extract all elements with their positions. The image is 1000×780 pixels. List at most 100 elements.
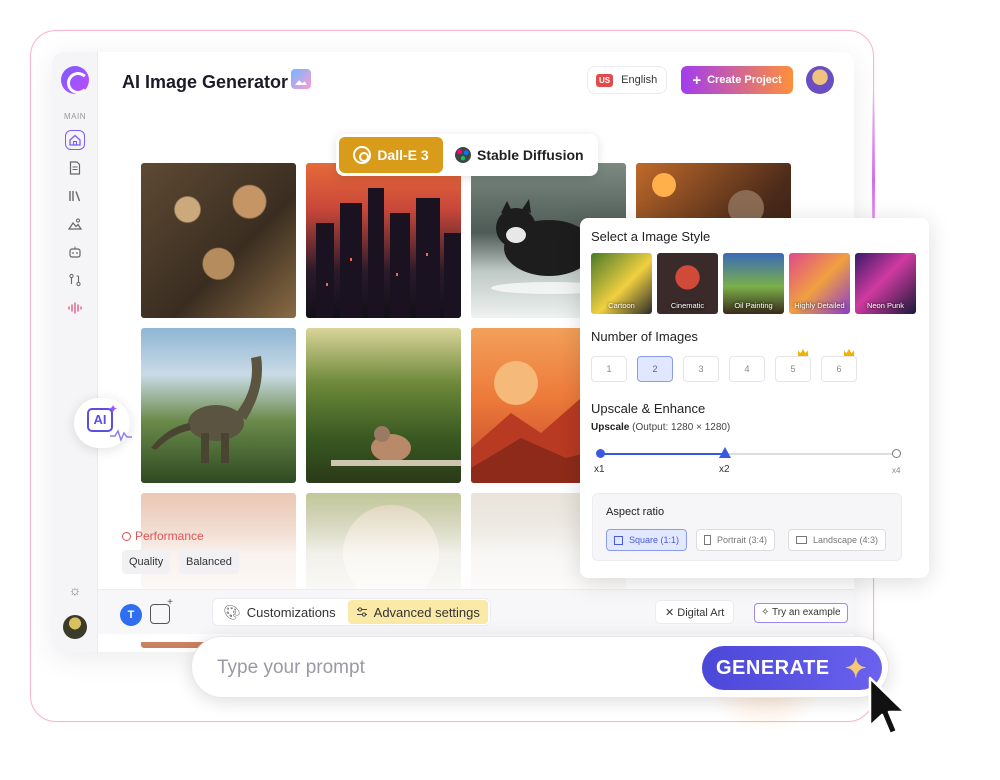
upscale-description: Upscale (Output: 1280 × 1280) [591,422,730,433]
voice-wave-icon[interactable] [65,298,85,318]
style-label: Cinematic [670,301,705,310]
tick-x1: x1 [594,464,605,475]
close-icon[interactable]: ✕ [665,607,674,619]
aspect-heading: Aspect ratio [606,506,665,518]
style-heading: Select a Image Style [591,229,711,244]
theme-toggle-icon[interactable]: ☼ [65,580,85,600]
style-card-neon-punk[interactable]: Neon Punk [855,253,916,314]
crown-icon [798,349,808,356]
style-card-cartoon[interactable]: Cartoon [591,253,652,314]
gallery-image[interactable] [306,328,461,483]
sparkle-icon: ✦ [108,402,119,416]
tab-label: Dall-E 3 [377,147,429,163]
style-card-highly-detailed[interactable]: Highly Detailed [789,253,850,314]
aspect-label: Portrait (3:4) [717,535,768,545]
count-option-2[interactable]: 2 [637,356,673,382]
count-option-4[interactable]: 4 [729,356,765,382]
mouse-cursor-icon [868,676,907,736]
aspect-landscape[interactable]: Landscape (4:3) [788,529,887,551]
tick-x2: x2 [719,464,730,475]
generate-label: GENERATE [716,656,830,679]
style-panel: Select a Image Style Cartoon Cinematic O… [580,218,929,578]
slider-stop-x4[interactable] [892,449,901,458]
aspect-ratio-group: Aspect ratio Square (1:1) Portrait (3:4)… [592,493,902,561]
tab-stable-diffusion[interactable]: Stable Diffusion [447,137,592,173]
upscale-output: (Output: 1280 × 1280) [632,422,731,433]
stage: MAIN ☼ AI Image Generator US English + C… [0,0,1000,780]
tab-label: Customizations [246,604,336,620]
document-icon[interactable] [65,158,85,178]
sparkle-icon: ✧ [761,607,770,618]
palette-icon [455,147,471,163]
gallery-image[interactable] [141,328,296,483]
crown-icon [844,349,854,356]
portrait-icon [704,535,711,545]
count-option-6[interactable]: 6 [821,349,857,382]
image-icon[interactable] [65,214,85,234]
app-logo-icon[interactable] [61,66,89,94]
prompt-input[interactable] [217,651,677,685]
count-label: 6 [836,364,842,374]
workflow-icon[interactable] [65,270,85,290]
model-selector: Dall-E 3 Stable Diffusion [336,134,598,176]
tick-x4: x4 [892,466,901,475]
settings-segmented-control: 🎨︎ Customizations Advanced settings [212,598,491,626]
upscale-slider-track[interactable] [600,453,897,455]
style-label: Cartoon [608,301,635,310]
performance-label: Performance [135,529,204,543]
style-label: Oil Painting [734,301,773,310]
try-example-label: Try an example [772,607,841,618]
tab-label: Stable Diffusion [477,147,584,163]
page-title: AI Image Generator [122,72,289,92]
sidebar-section-label: MAIN [64,112,86,121]
square-icon [614,535,623,545]
landscape-icon [796,536,807,544]
balanced-option[interactable]: Balanced [179,550,239,574]
text-mode-button[interactable]: T [120,604,142,626]
user-avatar[interactable] [63,615,87,639]
aspect-portrait[interactable]: Portrait (3:4) [696,529,776,551]
prompt-bar: GENERATE ✦ [191,636,889,698]
aspect-square[interactable]: Square (1:1) [606,529,688,551]
gallery-image[interactable] [306,163,461,318]
tab-dall-e-3[interactable]: Dall-E 3 [339,137,443,173]
aspect-label: Square (1:1) [629,535,680,545]
count-label: 5 [790,364,796,374]
count-option-5[interactable]: 5 [775,349,811,382]
slider-stop-x1[interactable] [596,449,605,458]
tab-advanced-settings[interactable]: Advanced settings [347,600,488,624]
upscale-slider-fill [600,453,726,455]
try-example-button[interactable]: ✧ Try an example [754,603,848,623]
tab-customizations[interactable]: 🎨︎ Customizations [215,600,344,624]
ai-badge: AI ✦ [74,398,132,448]
wave-icon [110,429,132,442]
style-label: Neon Punk [866,301,905,310]
digital-art-chip[interactable]: ✕ Digital Art [655,600,735,624]
flag-icon: US [596,73,614,87]
profile-avatar[interactable] [806,66,834,94]
count-option-1[interactable]: 1 [591,356,627,382]
upscale-label: Upscale [591,422,630,433]
gallery-image[interactable] [141,163,296,318]
bot-icon[interactable] [65,242,85,262]
language-selector[interactable]: US English [587,66,667,94]
generate-button[interactable]: GENERATE ✦ [702,646,882,690]
home-icon[interactable] [65,130,85,150]
style-label: Highly Detailed [794,301,845,310]
style-card-oil-painting[interactable]: Oil Painting [723,253,784,314]
openai-icon [353,146,372,164]
count-heading: Number of Images [591,329,698,344]
image-mode-icon[interactable] [150,597,173,624]
upscale-heading: Upscale & Enhance [591,401,706,416]
language-label: English [621,74,658,86]
performance-heading: Performance [122,529,204,543]
aspect-label: Landscape (4:3) [813,535,879,545]
create-project-button[interactable]: + Create Project [681,66,793,94]
library-icon[interactable] [65,186,85,206]
style-card-cinematic[interactable]: Cinematic [657,253,718,314]
chip-label: Digital Art [677,607,725,619]
count-option-3[interactable]: 3 [683,356,719,382]
plus-icon: + [692,71,702,89]
quality-option[interactable]: Quality [122,550,171,574]
gauge-icon [122,532,131,541]
